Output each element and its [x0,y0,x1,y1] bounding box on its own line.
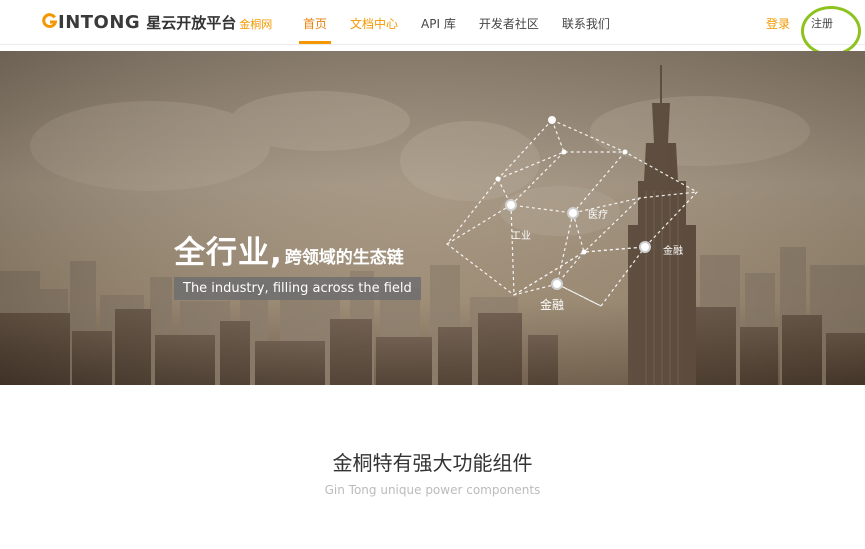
node-label-industry: 工业 [511,231,531,242]
node-label-finance-bottom: 金融 [540,298,565,312]
nav-item-contact[interactable]: 联系我们 [562,0,610,45]
nav-item-api[interactable]: API 库 [421,0,456,45]
node-label-finance-right: 金融 [663,246,683,257]
hero-banner: 全行业, 跨领域的生态链 The industry, filling acros… [0,51,865,385]
logo-subtitle: 金桐网 [239,18,273,31]
main-nav: 首页 文档中心 API 库 开发者社区 联系我们 [298,0,633,45]
logo-platform-name: 星云开放平台 [146,14,237,32]
hero-headline-sub: 跨领域的生态链 [284,248,404,268]
hero-headline-main: 全行业, [174,235,283,271]
features-title: 金桐特有强大功能组件 [332,451,533,475]
site-logo[interactable]: INTONG 星云开放平台 金桐网 [42,12,272,34]
hero-tagline: The industry, filling across the field [174,277,421,300]
top-header: INTONG 星云开放平台 金桐网 首页 文档中心 API 库 开发者社区 联系… [0,0,865,45]
logo-wordmark: INTONG [58,12,141,33]
hero-headline: 全行业, 跨领域的生态链 [174,227,404,272]
nav-item-docs[interactable]: 文档中心 [350,0,398,45]
node-label-medical: 医疗 [588,210,608,221]
login-link[interactable]: 登录 [766,0,790,48]
nav-item-community[interactable]: 开发者社区 [479,0,539,45]
nav-item-home[interactable]: 首页 [298,0,332,45]
register-link[interactable]: 注册 [811,0,833,48]
logo-g-icon [42,13,57,28]
features-subtitle: Gin Tong unique power components [324,483,541,497]
city-skyline-image [0,51,865,385]
